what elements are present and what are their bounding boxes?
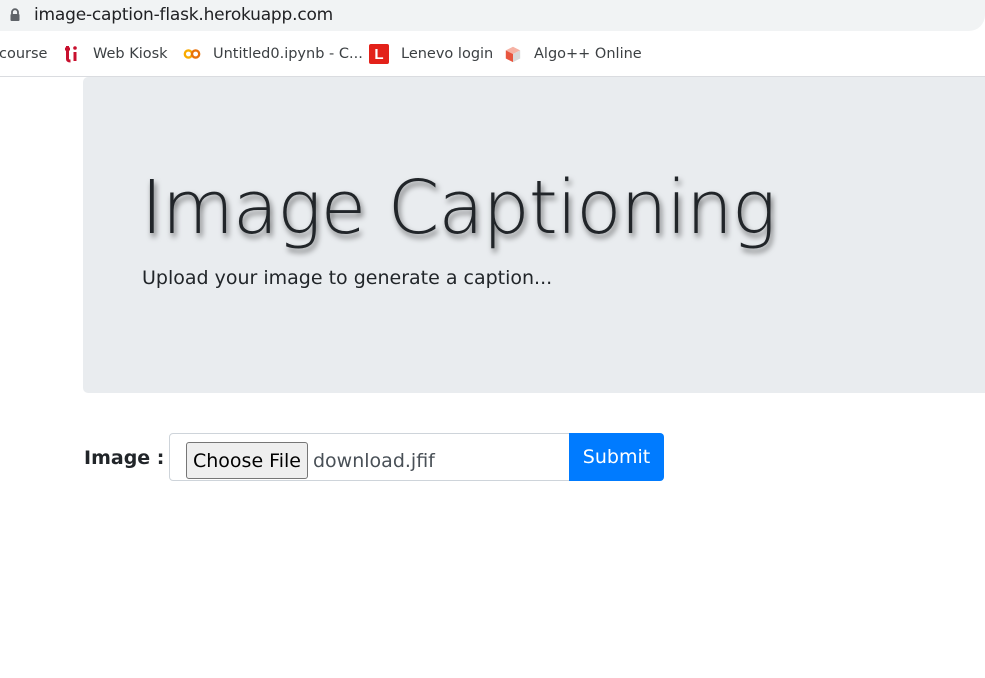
page-subtitle: Upload your image to generate a caption.… (142, 267, 553, 289)
bookmark-lenevo-login[interactable]: L Lenevo login (369, 31, 493, 77)
bookmark-colab[interactable]: Untitled0.ipynb - C... (183, 31, 363, 77)
ti-logo-icon (63, 45, 81, 63)
selected-filename: download.jfif (313, 450, 435, 472)
jumbotron: Image Captioning Upload your image to ge… (83, 77, 985, 393)
bookmarks-bar: course Web Kiosk Untitled0.ipynb - C... … (0, 31, 985, 77)
file-input[interactable]: Choose File download.jfif (169, 433, 570, 481)
colab-icon (183, 45, 201, 63)
submit-button[interactable]: Submit (569, 433, 664, 481)
image-label: Image : (84, 447, 165, 469)
bookmark-label: Lenevo login (401, 46, 494, 62)
page-title: Image Captioning (141, 165, 776, 251)
lock-icon (10, 8, 20, 21)
bookmark-web-kiosk[interactable]: Web Kiosk (63, 31, 168, 77)
bookmark-label: Web Kiosk (93, 46, 168, 62)
bookmark-label: Algo++ Online (534, 46, 642, 62)
bookmark-label: Untitled0.ipynb - C... (213, 46, 363, 62)
choose-file-button[interactable]: Choose File (186, 442, 308, 479)
bookmark-course[interactable]: course (0, 31, 47, 77)
url-text[interactable]: image-caption-flask.herokuapp.com (34, 5, 333, 25)
address-bar[interactable]: image-caption-flask.herokuapp.com (0, 0, 985, 31)
l-logo-icon: L (369, 44, 389, 64)
bookmark-label: course (0, 46, 48, 62)
bookmark-algo-online[interactable]: Algo++ Online (504, 31, 642, 77)
cube-icon (504, 45, 522, 63)
